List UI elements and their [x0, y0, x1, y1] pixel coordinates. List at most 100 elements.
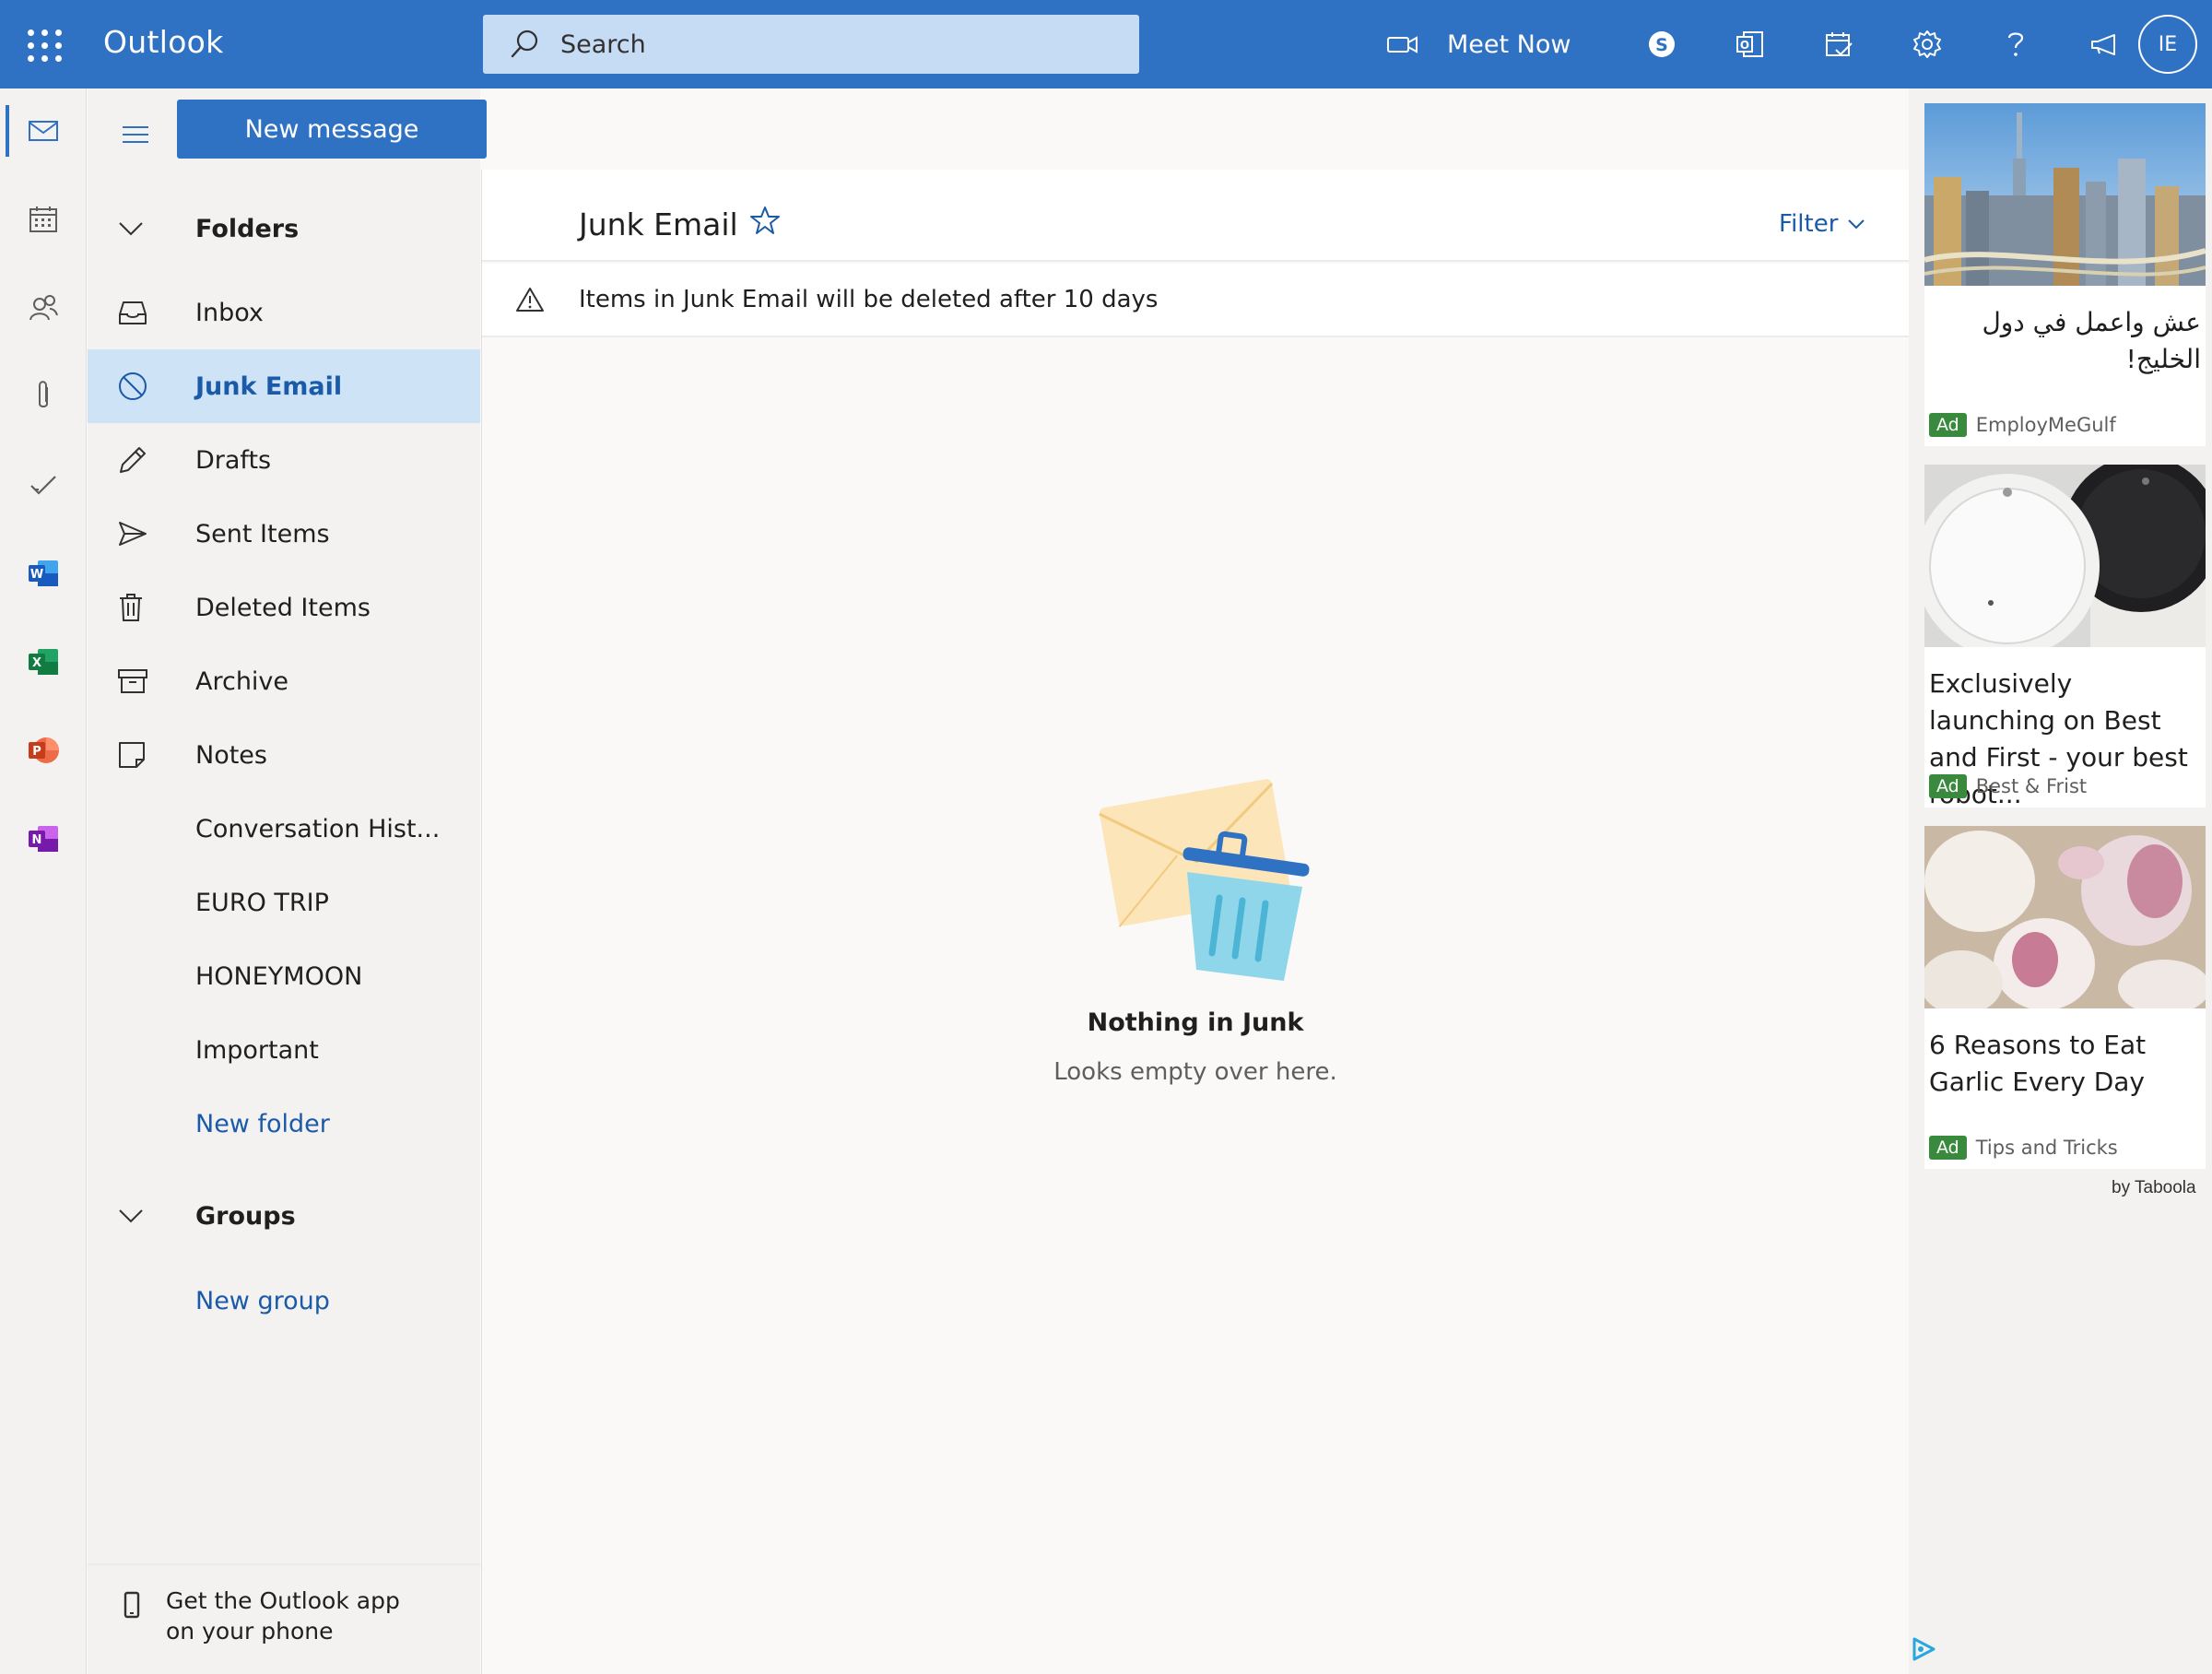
- ad-source: Tips and Tricks: [1975, 1137, 2118, 1159]
- ad-sponsor: Ad Tips and Tricks: [1929, 1136, 2118, 1160]
- meet-now-button[interactable]: Meet Now: [1373, 0, 1584, 88]
- ad-sponsor: Ad EmployMeGulf: [1929, 413, 2116, 437]
- ad-sponsor: Ad Best & Frist: [1929, 774, 2087, 798]
- calendar-check-icon[interactable]: [1794, 0, 1883, 88]
- folder-sent-items[interactable]: Sent Items: [88, 497, 480, 571]
- folder-junk-email[interactable]: Junk Email: [88, 349, 480, 423]
- folder-title: Junk Email: [579, 206, 738, 242]
- message-list: Junk Email Filter Items in Junk Email wi…: [481, 170, 1909, 1674]
- folder-honeymoon[interactable]: HONEYMOON: [88, 939, 480, 1013]
- svg-text:P: P: [32, 745, 41, 759]
- svg-text:O: O: [1739, 39, 1748, 52]
- get-app-line2: on your phone: [166, 1618, 334, 1645]
- ad-title: 6 Reasons to Eat Garlic Every Day: [1929, 1030, 2147, 1097]
- folder-label: Inbox: [195, 298, 264, 327]
- avatar[interactable]: IE: [2138, 15, 2197, 74]
- empty-state-subtitle: Looks empty over here.: [1053, 1058, 1337, 1086]
- folder-notes[interactable]: Notes: [88, 718, 480, 792]
- attachment-icon[interactable]: [0, 358, 87, 435]
- folder-label: Sent Items: [195, 519, 330, 548]
- mail-icon[interactable]: [0, 92, 87, 170]
- search-icon: [511, 29, 538, 58]
- filter-label: Filter: [1779, 210, 1839, 238]
- send-icon: [119, 522, 147, 546]
- empty-state-title: Nothing in Junk: [1087, 1008, 1304, 1037]
- folder-label: Important: [195, 1035, 319, 1065]
- calendar-icon[interactable]: [0, 181, 87, 258]
- folder-archive[interactable]: Archive: [88, 644, 480, 718]
- settings-gear-icon[interactable]: [1883, 0, 1971, 88]
- feedback-megaphone-icon[interactable]: [2060, 0, 2148, 88]
- help-icon[interactable]: [1971, 0, 2060, 88]
- get-outlook-app-promo[interactable]: Get the Outlook app on your phone: [88, 1563, 480, 1674]
- folder-label: Drafts: [195, 445, 272, 475]
- word-icon[interactable]: W: [0, 535, 87, 612]
- new-group-label: New group: [195, 1286, 330, 1315]
- folder-drafts[interactable]: Drafts: [88, 423, 480, 497]
- powerpoint-icon[interactable]: P: [0, 712, 87, 789]
- archive-icon: [118, 669, 147, 693]
- folders-header-label: Folders: [195, 214, 300, 243]
- adchoices-icon[interactable]: [1910, 1636, 1937, 1662]
- ad-provider-label[interactable]: by Taboola: [2112, 1178, 2196, 1198]
- ad-card[interactable]: 6 Reasons to Eat Garlic Every Day Ad Tip…: [1924, 826, 2206, 1169]
- excel-icon[interactable]: X: [0, 623, 87, 701]
- new-folder-label: New folder: [195, 1109, 330, 1138]
- trash-icon: [120, 594, 142, 621]
- meet-now-label: Meet Now: [1447, 29, 1571, 59]
- skype-icon[interactable]: S: [1618, 0, 1706, 88]
- new-group-link[interactable]: New group: [88, 1264, 480, 1338]
- app-title[interactable]: Outlook: [103, 24, 224, 60]
- folder-label: Junk Email: [195, 371, 343, 401]
- todo-check-icon[interactable]: [0, 446, 87, 524]
- people-icon[interactable]: [0, 269, 87, 347]
- svg-text:S: S: [1655, 35, 1668, 55]
- message-list-header: Junk Email Filter: [482, 170, 1909, 262]
- ad-card[interactable]: عش واعمل في دول الخليج! Ad EmployMeGulf: [1924, 103, 2206, 446]
- new-message-button[interactable]: New message: [177, 100, 487, 159]
- filter-button[interactable]: Filter: [1779, 210, 1865, 238]
- top-actions: Meet Now S O: [1373, 0, 2148, 88]
- search-box[interactable]: [483, 15, 1139, 74]
- folder-label: EURO TRIP: [195, 888, 329, 917]
- chevron-down-icon: [119, 1209, 143, 1223]
- favorite-star-icon[interactable]: [749, 205, 781, 236]
- hamburger-menu-icon[interactable]: [115, 114, 156, 155]
- folder-euro-trip[interactable]: EURO TRIP: [88, 866, 480, 939]
- folder-label: Conversation Hist...: [195, 814, 441, 843]
- folders-header[interactable]: Folders: [88, 192, 480, 265]
- ad-title: عش واعمل في دول الخليج!: [1982, 307, 2201, 374]
- search-input[interactable]: [560, 29, 1077, 59]
- ad-card[interactable]: Exclusively launching on Best and First …: [1924, 465, 2206, 809]
- onenote-icon[interactable]: N: [0, 800, 87, 878]
- app-launcher-icon[interactable]: [22, 24, 63, 65]
- ad-image-garlic: [1924, 826, 2206, 1008]
- folder-inbox[interactable]: Inbox: [88, 276, 480, 349]
- ad-badge: Ad: [1929, 413, 1967, 437]
- folder-label: Archive: [195, 666, 289, 696]
- junk-notice-text: Items in Junk Email will be deleted afte…: [579, 286, 1159, 313]
- get-app-text: Get the Outlook app on your phone: [166, 1586, 400, 1646]
- svg-text:X: X: [32, 656, 41, 670]
- junk-notice-bar: Items in Junk Email will be deleted afte…: [482, 264, 1909, 337]
- app-rail: W X P N: [0, 88, 87, 1674]
- get-app-line1: Get the Outlook app: [166, 1587, 400, 1614]
- office-outlook-icon[interactable]: O: [1706, 0, 1794, 88]
- ad-badge: Ad: [1929, 1136, 1967, 1160]
- folder-important[interactable]: Important: [88, 1013, 480, 1087]
- svg-text:N: N: [32, 833, 42, 847]
- warning-icon: [516, 288, 544, 312]
- groups-header-label: Groups: [195, 1201, 296, 1231]
- inbox-icon: [119, 301, 147, 324]
- groups-header[interactable]: Groups: [88, 1179, 480, 1253]
- folder-label: HONEYMOON: [195, 961, 363, 991]
- folder-conversation-history[interactable]: Conversation Hist...: [88, 792, 480, 866]
- folder-deleted-items[interactable]: Deleted Items: [88, 571, 480, 644]
- mobile-phone-icon: [124, 1591, 140, 1619]
- ad-image-city-skyline: [1924, 103, 2206, 286]
- new-folder-link[interactable]: New folder: [88, 1087, 480, 1161]
- pencil-icon: [120, 447, 146, 473]
- ad-image-robot-vacuum: [1924, 465, 2206, 647]
- empty-junk-illustration: [1099, 779, 1310, 981]
- video-camera-icon: [1387, 36, 1418, 53]
